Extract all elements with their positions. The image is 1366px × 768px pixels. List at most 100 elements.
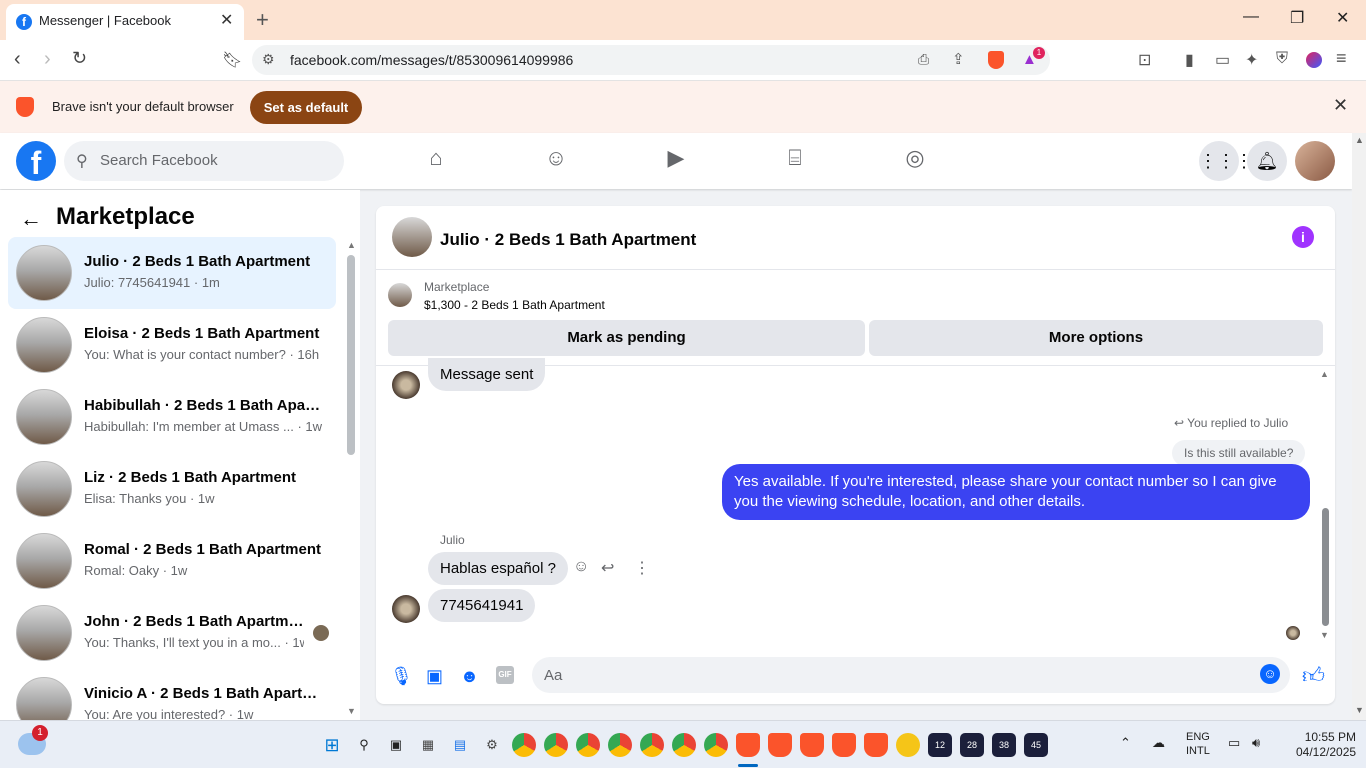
scroll-up-arrow[interactable]: ▲ [347,240,356,250]
listing-price[interactable]: $1,300 - 2 Beds 1 Bath Apartment [424,298,605,312]
conversation-item[interactable]: Liz · 2 Beds 1 Bath Apartment Elisa: Tha… [8,453,336,525]
marketplace-icon[interactable]: ⌸ [775,145,815,177]
chrome-icon[interactable] [672,733,696,757]
vpn-icon[interactable]: ⛨ [1276,50,1288,68]
menu-icon[interactable]: ≡ [1336,48,1347,69]
brave-icon[interactable] [832,733,856,757]
scroll-up-arrow[interactable]: ▲ [1320,369,1329,379]
leo-ai-icon[interactable]: ✦ [1245,50,1258,70]
clock[interactable]: 10:55 PM 04/12/2025 [1296,730,1356,760]
address-bar[interactable]: ⚙ facebook.com/messages/t/85300961409998… [252,45,1050,75]
browser-tab[interactable]: f Messenger | Facebook ✕ [6,4,244,40]
sender-avatar[interactable] [392,371,420,399]
more-options-button[interactable]: More options [869,320,1323,356]
chat-title[interactable]: Julio · 2 Beds 1 Bath Apartment [440,230,696,250]
brave-shields-icon[interactable] [988,51,1004,69]
search-icon[interactable]: ⚲ [352,733,376,757]
language-indicator[interactable]: ENG INTL [1186,730,1210,758]
facebook-logo-icon[interactable]: f [16,141,56,181]
chrome-icon[interactable] [576,733,600,757]
quoted-message[interactable]: Is this still available? [1172,440,1306,466]
start-icon[interactable]: ⊞ [320,733,344,757]
task-view-icon[interactable]: ▣ [384,733,408,757]
info-icon[interactable]: i [1292,226,1314,248]
sidebar-icon[interactable]: ▮ [1185,50,1194,70]
restore-icon[interactable]: ❐ [1290,8,1304,28]
close-tab-icon[interactable]: ✕ [220,10,233,30]
conversation-item[interactable]: Romal · 2 Beds 1 Bath Apartment Romal: O… [8,525,336,597]
listing-thumbnail[interactable] [388,283,412,307]
cloud-off-icon[interactable]: ☁ [1152,735,1165,751]
profile-icon[interactable] [1306,52,1322,68]
new-tab-icon[interactable]: + [256,7,269,33]
network-icon[interactable]: ▭ [1228,735,1240,751]
reply-icon[interactable]: ↩ [601,558,614,578]
set-default-button[interactable]: Set as default [250,91,362,124]
mark-as-pending-button[interactable]: Mark as pending [388,320,865,356]
brave-icon[interactable] [736,733,760,757]
close-window-icon[interactable]: ✕ [1336,8,1349,28]
notepad-icon[interactable]: ▤ [448,733,472,757]
message-bubble[interactable]: Hablas español ? [428,552,568,585]
app-icon[interactable]: ⚙ [480,733,504,757]
scroll-down-arrow[interactable]: ▼ [1320,630,1329,640]
my-message-bubble[interactable]: Yes available. If you're interested, ple… [722,464,1310,520]
gif-icon[interactable]: GIF [496,666,514,684]
menu-grid-icon[interactable]: ⋮⋮⋮ [1199,141,1253,181]
account-avatar[interactable] [1295,141,1335,181]
page-scrollbar[interactable]: ▲ ▼ [1352,133,1366,720]
message-bubble[interactable]: Message sent [428,358,546,391]
forward-icon[interactable]: › [44,48,51,71]
notifications-icon[interactable]: 🔔︎ [1247,141,1287,181]
reload-icon[interactable]: ↻ [72,48,87,69]
chat-scrollbar[interactable] [1322,508,1329,626]
sender-avatar[interactable] [392,595,420,623]
page-scroll-down-icon[interactable]: ▼ [1355,705,1364,715]
brave-icon[interactable] [800,733,824,757]
chrome-icon[interactable] [512,733,536,757]
brave-icon[interactable] [768,733,792,757]
bookmark-icon[interactable]: 🔖︎ [222,50,242,70]
conversation-item[interactable]: Julio · 2 Beds 1 Bath Apartment Julio: 7… [8,237,336,309]
photo-icon[interactable]: ▣ [426,666,443,687]
back-arrow-icon[interactable]: ← [20,206,42,232]
chat-thumbnail[interactable] [392,217,432,257]
back-icon[interactable]: ‹ [14,48,21,71]
app-badge-icon[interactable]: 45 [1024,733,1048,757]
app-badge-icon[interactable]: 28 [960,733,984,757]
more-icon[interactable]: ⋮ [634,558,650,578]
chrome-icon[interactable] [544,733,568,757]
scroll-down-arrow[interactable]: ▼ [347,706,356,716]
close-infobar-icon[interactable]: ✕ [1333,95,1348,116]
conversation-item[interactable]: Vinicio A · 2 Beds 1 Bath Apartm... You:… [8,669,336,720]
page-scroll-up-icon[interactable]: ▲ [1355,135,1364,145]
reader-mode-icon[interactable]: ⊡ [1138,50,1151,70]
chrome-icon[interactable] [704,733,728,757]
message-bubble[interactable]: 7745641941 [428,589,536,622]
volume-icon[interactable]: 🔊︎ [1252,735,1260,751]
weather-widget-icon[interactable]: 1 [18,725,48,755]
home-icon[interactable]: ⌂ [416,145,456,177]
url-text[interactable]: facebook.com/messages/t/853009614099986 [290,52,573,68]
chrome-icon[interactable] [640,733,664,757]
microphone-icon[interactable]: 🎙︎ [390,666,413,687]
chrome-icon[interactable] [608,733,632,757]
install-app-icon[interactable]: ⎙ [918,51,929,68]
brave-icon[interactable] [864,733,888,757]
app-badge-icon[interactable]: 38 [992,733,1016,757]
share-icon[interactable]: ⇪ [952,50,965,68]
app-badge-icon[interactable]: 12 [928,733,952,757]
list-scrollbar[interactable] [347,255,355,455]
video-icon[interactable]: ▶ [656,145,696,177]
chevron-up-icon[interactable]: ⌃ [1120,735,1131,751]
minimize-icon[interactable]: — [1243,8,1259,26]
conversation-item[interactable]: Habibullah · 2 Beds 1 Bath Apart... Habi… [8,381,336,453]
react-icon[interactable]: ☺ [573,558,589,576]
calculator-icon[interactable]: ▦ [416,733,440,757]
conversation-item[interactable]: Eloisa · 2 Beds 1 Bath Apartment You: Wh… [8,309,336,381]
wallet-icon[interactable]: ▭ [1215,50,1230,70]
thumbs-up-icon[interactable]: 👍︎ [1302,662,1325,689]
groups-icon[interactable]: ◎ [895,145,935,177]
message-input[interactable]: Aa ☺ [532,657,1290,693]
emoji-icon[interactable]: ☺ [1260,664,1280,684]
